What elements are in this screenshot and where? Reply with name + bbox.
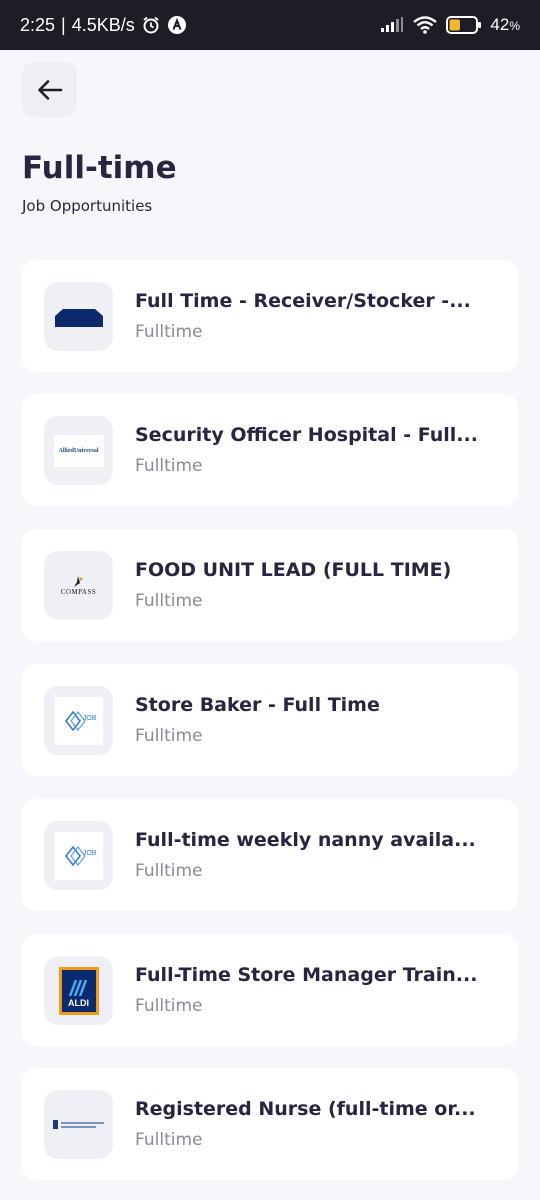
- job-card[interactable]: ALDI Full-Time Store Manager Train... Fu…: [22, 934, 518, 1046]
- job-card[interactable]: JOB Store Baker - Full Time Fulltime: [22, 664, 518, 776]
- job-card[interactable]: Full Time - Receiver/Stocker -... Fullti…: [22, 260, 518, 372]
- company-logo: [44, 1090, 113, 1159]
- company-logo: ALDI: [44, 956, 113, 1025]
- job-title: Full Time - Receiver/Stocker -...: [135, 290, 471, 312]
- signal-icon: [380, 17, 404, 33]
- job-card[interactable]: AlliedUniversal Security Officer Hospita…: [22, 394, 518, 506]
- job-card[interactable]: Registered Nurse (full-time or... Fullti…: [22, 1068, 518, 1180]
- job-logo: JOB: [54, 696, 103, 745]
- navy-roof-logo: [54, 308, 103, 327]
- alarm-icon: [141, 15, 161, 35]
- status-bar: 2:25 | 4.5KB/s 42%: [0, 0, 540, 50]
- job-title: Full-time weekly nanny availa...: [135, 829, 476, 851]
- status-left: 2:25 | 4.5KB/s: [20, 0, 187, 50]
- compass-mark-icon: [74, 575, 83, 587]
- job-card[interactable]: COMPASS FOOD UNIT LEAD (FULL TIME) Fullt…: [22, 529, 518, 641]
- job-title: Registered Nurse (full-time or...: [135, 1098, 476, 1120]
- back-button[interactable]: [22, 62, 77, 117]
- aldi-logo: ALDI: [58, 966, 99, 1015]
- company-logo: COMPASS: [44, 551, 113, 620]
- network-speed: 4.5KB/s: [71, 14, 135, 35]
- status-right: 42%: [380, 0, 520, 50]
- job-type: Fulltime: [135, 996, 203, 1016]
- company-logo: AlliedUniversal: [44, 416, 113, 485]
- company-logo: JOB: [44, 686, 113, 755]
- job-type: Fulltime: [135, 1130, 203, 1150]
- job-title: Store Baker - Full Time: [135, 694, 380, 716]
- page-subtitle: Job Opportunities: [22, 197, 153, 215]
- arrow-left-icon: [37, 79, 63, 101]
- allied-universal-logo: AlliedUniversal: [53, 434, 104, 467]
- job-logo: JOB: [54, 831, 103, 880]
- job-card[interactable]: JOB Full-time weekly nanny availa... Ful…: [22, 799, 518, 911]
- battery-percent: 42%: [490, 15, 520, 34]
- company-logo: JOB: [44, 821, 113, 890]
- wifi-icon: [412, 15, 438, 35]
- job-title: Security Officer Hospital - Full...: [135, 424, 478, 446]
- company-logo: [44, 282, 113, 351]
- a-notification-icon: [167, 15, 187, 35]
- job-title: FOOD UNIT LEAD (FULL TIME): [135, 559, 452, 581]
- compass-logo: COMPASS: [61, 575, 97, 596]
- job-title: Full-Time Store Manager Train...: [135, 964, 478, 986]
- status-time: 2:25: [20, 14, 56, 35]
- job-type: Fulltime: [135, 322, 203, 342]
- job-type: Fulltime: [135, 861, 203, 881]
- healthcare-logo: [52, 1119, 104, 1129]
- job-type: Fulltime: [135, 456, 203, 476]
- page-title: Full-time: [22, 150, 177, 186]
- aldi-stripes-icon: [68, 979, 87, 996]
- status-separator: |: [61, 14, 66, 35]
- job-type: Fulltime: [135, 591, 203, 611]
- job-type: Fulltime: [135, 726, 203, 746]
- battery-icon: [446, 16, 482, 34]
